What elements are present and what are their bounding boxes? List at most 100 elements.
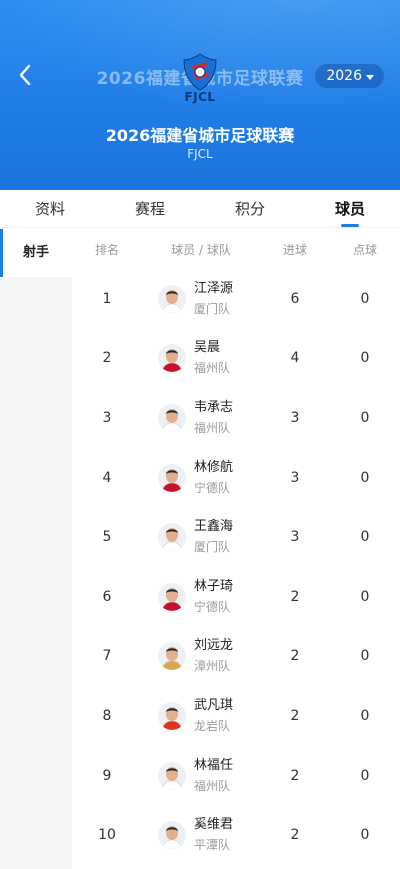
player-cell: 江泽源 厦门队 — [142, 279, 260, 319]
header-rank: 排名 — [94, 242, 119, 257]
player-name: 林福任 — [194, 757, 234, 773]
player-cell: 奚维君 平潭队 — [142, 815, 260, 855]
player-name: 王鑫海 — [194, 519, 234, 535]
penalties: 0 — [360, 409, 370, 426]
header-player: 球员 / 球队 — [171, 242, 231, 257]
player-avatar — [158, 284, 186, 313]
player-avatar — [158, 761, 186, 790]
player-info: 林福任 福州队 — [194, 756, 233, 796]
rank: 1 — [102, 290, 112, 307]
player-cell: 武凡琪 龙岩队 — [142, 696, 260, 736]
table-row[interactable]: 5 王鑫海厦门队 3 0 — [72, 507, 400, 567]
penalties: 0 — [360, 529, 370, 546]
player-name: 韦承志 — [194, 399, 234, 415]
table-row[interactable]: 6 林子琦 宁德队 2 0 — [72, 567, 400, 627]
player-cell: 林修航 宁德队 — [142, 458, 260, 498]
player-info: 林子琦 宁德队 — [194, 577, 233, 617]
player-cell: 王鑫海 厦门队 — [142, 517, 260, 557]
table-row[interactable]: 4 林修航 宁德队 3 0 — [72, 448, 400, 508]
rank: 7 — [102, 648, 112, 665]
logo-text: FJCL — [184, 90, 216, 104]
player-team: 福州队 — [194, 361, 231, 376]
player-name: 吴晨 — [194, 340, 221, 356]
table-body: 1 江泽源 厦门队 6 0 2 吴晨 福州队 4 0 3 韦承志 福州队 3 0 4 林修航 宁德队 3 0 5 王鑫海厦… — [72, 269, 400, 865]
table-row[interactable]: 7 刘远龙漳州队 2 0 — [72, 627, 400, 687]
penalties: 0 — [360, 648, 370, 665]
player-avatar — [158, 642, 186, 671]
player-avatar — [158, 582, 186, 611]
goals: 2 — [290, 648, 300, 665]
player-team: 龙岩队 — [194, 718, 231, 733]
player-info: 林修航 宁德队 — [194, 458, 233, 498]
side-menu: 射手 — [0, 229, 72, 869]
penalties: 0 — [360, 350, 370, 367]
player-name: 武凡琪 — [194, 697, 234, 713]
penalties: 0 — [360, 290, 370, 307]
player-avatar — [158, 701, 186, 730]
player-team: 宁德队 — [194, 480, 231, 495]
player-name: 江泽源 — [194, 280, 234, 296]
table-row[interactable]: 3 韦承志福州队 3 0 — [72, 388, 400, 448]
rank: 3 — [102, 409, 112, 426]
goals: 3 — [290, 409, 300, 426]
table-row[interactable]: 8 武凡琪龙岩队 2 0 — [72, 686, 400, 746]
player-team: 平潭队 — [194, 838, 231, 853]
penalties: 0 — [360, 588, 370, 605]
rank: 6 — [102, 588, 112, 605]
player-avatar — [158, 523, 186, 552]
league-subtitle: FJCL — [187, 147, 213, 161]
player-name: 奚维君 — [194, 817, 234, 833]
player-info: 武凡琪 龙岩队 — [194, 696, 233, 736]
goals: 3 — [290, 529, 300, 546]
tab-info[interactable]: 资料 — [0, 190, 100, 227]
rank: 10 — [98, 827, 116, 844]
player-avatar — [158, 463, 186, 492]
tab-schedule[interactable]: 赛程 — [100, 190, 200, 227]
table-row[interactable]: 1 江泽源 厦门队 6 0 — [72, 269, 400, 329]
player-cell: 林福任 福州队 — [142, 756, 260, 796]
player-team: 厦门队 — [194, 540, 231, 555]
player-team: 宁德队 — [194, 599, 231, 614]
player-team: 漳州队 — [194, 659, 231, 674]
player-name: 林修航 — [194, 459, 234, 475]
league-header: 2026福建省城市足球联赛 FJCL 2026 2026福建省城市足球联赛 FJ… — [0, 0, 400, 190]
player-info: 奚维君 平潭队 — [194, 815, 233, 855]
player-avatar — [158, 403, 186, 432]
rank: 2 — [102, 350, 112, 367]
caret-down-icon — [366, 74, 374, 80]
goals: 2 — [290, 827, 300, 844]
table-row[interactable]: 9 林福任 福州队 2 0 — [72, 746, 400, 806]
penalties: 0 — [360, 827, 370, 844]
player-name: 林子琦 — [194, 578, 234, 594]
player-info: 韦承志 福州队 — [194, 398, 233, 438]
tab-players[interactable]: 球员 — [300, 190, 400, 227]
header-goals: 进球 — [282, 242, 307, 257]
player-team: 福州队 — [194, 778, 231, 793]
table-row[interactable]: 2 吴晨福州队 4 0 — [72, 329, 400, 389]
player-cell: 林子琦 宁德队 — [142, 577, 260, 617]
player-team: 厦门队 — [194, 301, 231, 316]
rank: 5 — [102, 529, 112, 546]
player-name: 刘远龙 — [194, 638, 234, 654]
player-avatar — [158, 821, 186, 850]
goals: 4 — [290, 350, 300, 367]
year-value: 2026 — [326, 68, 362, 84]
player-team: 福州队 — [194, 420, 231, 435]
table-header: 排名 球员 / 球队 进球 点球 — [72, 229, 400, 269]
side-item-scorers[interactable]: 射手 — [0, 229, 72, 277]
rank: 9 — [102, 767, 112, 784]
player-info: 刘远龙 漳州队 — [194, 636, 233, 676]
league-name: 2026福建省城市足球联赛 — [105, 126, 295, 145]
header-penalties: 点球 — [352, 242, 377, 257]
rank: 8 — [102, 707, 112, 724]
player-info: 王鑫海 厦门队 — [194, 517, 233, 557]
penalties: 0 — [360, 469, 370, 486]
player-avatar — [158, 344, 186, 373]
goals: 2 — [290, 767, 300, 784]
player-cell: 刘远龙 漳州队 — [142, 636, 260, 676]
table-row[interactable]: 10 奚维君平潭队 2 0 — [72, 805, 400, 865]
year-select[interactable]: 2026 — [315, 64, 384, 88]
tab-standings[interactable]: 积分 — [200, 190, 300, 227]
goals: 2 — [290, 707, 300, 724]
penalties: 0 — [360, 707, 370, 724]
